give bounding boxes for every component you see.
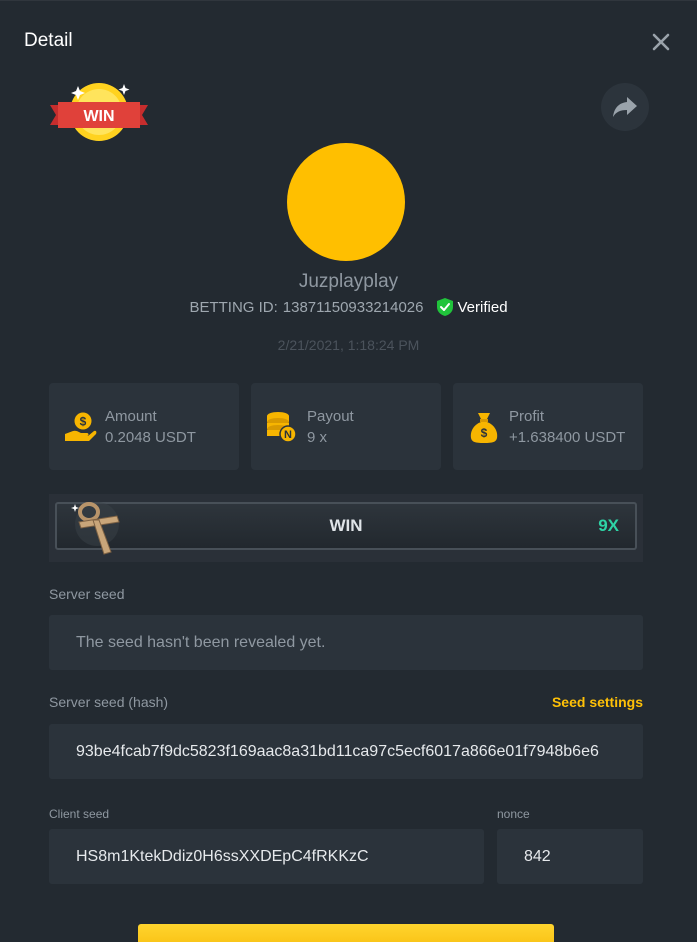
nonce-field[interactable]: 842 bbox=[497, 829, 643, 884]
svg-text:$: $ bbox=[80, 415, 87, 429]
username: Juzplayplay bbox=[298, 271, 399, 292]
stat-label: Profit bbox=[509, 408, 545, 425]
server-seed-label: Server seed bbox=[49, 586, 125, 602]
client-seed-label: Client seed bbox=[49, 807, 110, 821]
avatar bbox=[287, 143, 405, 261]
svg-text:$: $ bbox=[481, 426, 488, 440]
verified-label: Verified bbox=[457, 298, 508, 316]
nonce-label: nonce bbox=[497, 807, 530, 821]
server-hash-field[interactable]: 93be4fcab7f9dc5823f169aac8a31bd11ca97c5e… bbox=[49, 724, 643, 779]
result-multiplier: 9X bbox=[598, 516, 619, 535]
game-result-bar: WIN 9X bbox=[49, 494, 643, 562]
stat-profit: $ Profit +1.638400 USDT bbox=[453, 383, 643, 470]
betting-id-row: BETTING ID: 13871150933214026 Verified bbox=[0, 297, 697, 317]
seed-settings-link[interactable]: Seed settings bbox=[552, 694, 643, 710]
stat-value: 0.2048 USDT bbox=[105, 429, 196, 446]
stat-payout: N Payout 9 x bbox=[251, 383, 441, 470]
detail-modal: Detail WIN Juzplayplay BETTING ID: 13871… bbox=[0, 0, 697, 942]
close-icon[interactable] bbox=[648, 29, 674, 55]
stat-label: Amount bbox=[105, 408, 157, 425]
stat-value: +1.638400 USDT bbox=[509, 429, 626, 446]
verified-badge: Verified bbox=[436, 297, 508, 317]
stat-value: 9 x bbox=[307, 429, 328, 446]
share-arrow-icon bbox=[613, 97, 637, 117]
win-badge-text: WIN bbox=[83, 108, 114, 125]
bet-date: 2/21/2021, 1:18:24 PM bbox=[277, 337, 420, 353]
win-badge-icon: WIN bbox=[48, 80, 150, 144]
result-outcome: WIN bbox=[329, 516, 363, 535]
modal-title: Detail bbox=[24, 30, 73, 51]
client-seed-field[interactable]: HS8m1KtekDdiz0H6ssXXDEpC4fRKKzC bbox=[49, 829, 484, 884]
stat-label: Payout bbox=[307, 408, 354, 425]
betting-id-value: 13871150933214026 bbox=[282, 298, 424, 316]
betting-id-label: BETTING ID: bbox=[189, 298, 278, 316]
coin-stack-icon: N bbox=[265, 410, 299, 444]
action-button[interactable] bbox=[138, 924, 554, 942]
server-seed-field: The seed hasn't been revealed yet. bbox=[49, 615, 643, 670]
svg-text:N: N bbox=[284, 429, 292, 441]
server-hash-label: Server seed (hash) bbox=[49, 694, 169, 710]
hand-coin-icon: $ bbox=[63, 410, 97, 444]
stat-amount: $ Amount 0.2048 USDT bbox=[49, 383, 239, 470]
share-button[interactable] bbox=[601, 83, 649, 131]
shield-check-icon bbox=[436, 298, 453, 316]
money-bag-icon: $ bbox=[467, 410, 501, 444]
